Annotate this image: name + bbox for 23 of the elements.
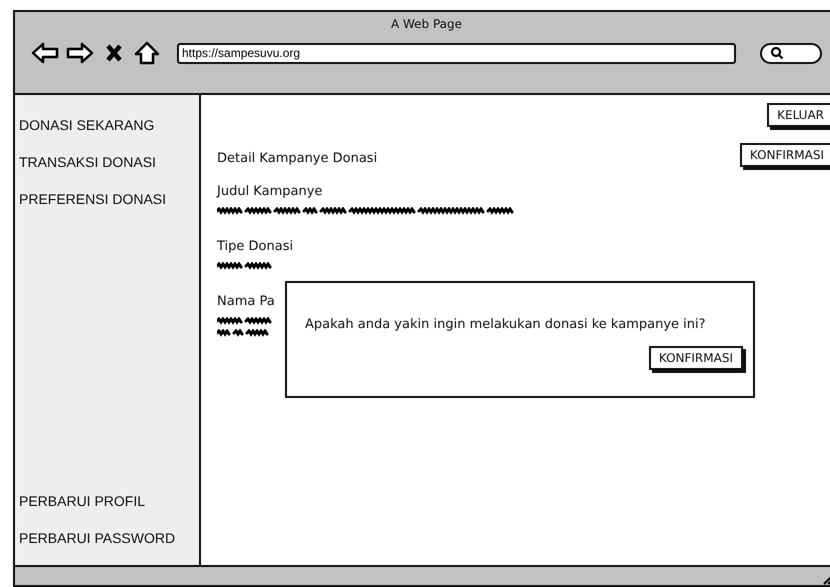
search-icon — [770, 46, 784, 60]
home-icon[interactable] — [134, 41, 162, 65]
field-label: Tipe Donasi — [217, 239, 294, 254]
confirm-button[interactable]: KONFIRMASI — [740, 143, 830, 167]
logout-button[interactable]: KELUAR — [767, 103, 830, 127]
scribbled-text-drawing — [217, 329, 270, 337]
sidebar-item[interactable]: PERBARUI PASSWORD — [19, 520, 199, 557]
scribbled-text-drawing — [217, 317, 273, 325]
scribbled-text-drawing — [217, 262, 273, 270]
sidebar-item[interactable]: TRANSAKSI DONASI — [19, 144, 199, 181]
sidebar-item[interactable]: DONASI SEKARANG — [19, 107, 199, 144]
search-field[interactable] — [760, 42, 822, 64]
window-title: A Web Page — [390, 17, 462, 31]
dialog-message: Apakah anda yakin ingin melakukan donasi ke kampanye ini? — [305, 317, 706, 332]
back-arrow-icon[interactable] — [31, 41, 59, 65]
address-field[interactable]: https://sampesuvu.org — [177, 42, 736, 64]
sidebar-item[interactable]: PERBARUI PROFIL — [19, 483, 199, 520]
section-heading: Detail Kampanye Donasi — [217, 151, 378, 166]
sidebar-item[interactable]: PREFERENSI DONASI — [19, 181, 199, 218]
field-label: Judul Kampanye — [217, 184, 322, 199]
forward-arrow-icon[interactable] — [66, 41, 94, 65]
field-label: Nama Pa — [217, 294, 275, 309]
confirm-button[interactable]: KONFIRMASI — [648, 346, 743, 370]
